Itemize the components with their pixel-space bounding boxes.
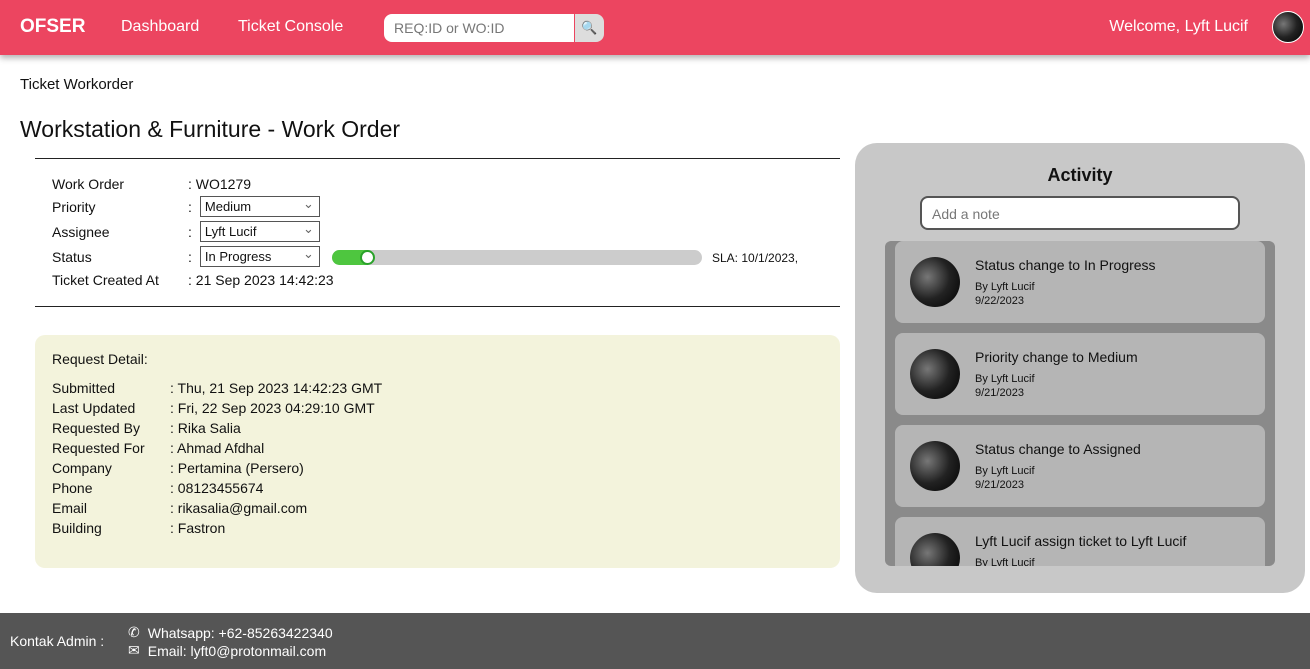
email-text: Email: lyft0@protonmail.com — [147, 642, 327, 659]
activity-item: Lyft Lucif assign ticket to Lyft Lucif By… — [895, 517, 1265, 566]
activity-item: Status change to Assigned By Lyft Lucif 9/… — [895, 425, 1265, 507]
priority-row: Priority: Medium — [52, 194, 320, 217]
sep: : — [188, 248, 192, 265]
detail-value: : Rika Salia — [170, 420, 241, 436]
top-navbar: OFSER Dashboard Ticket Console REQ:ID or… — [0, 0, 1310, 55]
request-detail-panel: Request Detail: Submitted : Thu, 21 Sep 2… — [35, 335, 840, 568]
label: Status — [52, 248, 92, 265]
detail-row: Last Updated : Fri, 22 Sep 2023 04:29:10 … — [52, 400, 375, 416]
detail-label: Submitted — [52, 380, 116, 396]
detail-row: Phone : 08123455674 — [52, 480, 263, 496]
created-value: : 21 Sep 2023 14:42:23 — [188, 272, 334, 288]
sep: : — [188, 223, 192, 240]
detail-value: : Pertamina (Persero) — [170, 460, 304, 476]
activity-item: Status change to In Progress By Lyft Luci… — [895, 241, 1265, 323]
sep: : — [188, 198, 192, 215]
detail-value: : 08123455674 — [170, 480, 264, 496]
detail-label: Email — [52, 500, 88, 516]
sla-progress-bar — [332, 250, 702, 265]
label: Assignee — [52, 223, 110, 240]
activity-date: 9/21/2023 — [975, 479, 1024, 491]
request-detail-heading: Request Detail: — [52, 351, 148, 367]
detail-value: : Fastron — [170, 520, 226, 536]
activity-author: By Lyft Lucif — [975, 557, 1035, 566]
detail-value: : Fri, 22 Sep 2023 04:29:10 GMT — [170, 400, 375, 416]
detail-value: : rikasalia@gmail.com — [170, 500, 308, 516]
activity-panel: Activity Add a note Status change to In … — [855, 143, 1305, 593]
activity-text: Status change to In Progress — [975, 257, 1156, 273]
whatsapp-text: Whatsapp: +62-85263422340 — [147, 624, 333, 641]
activity-date: 9/21/2023 — [975, 387, 1024, 399]
progress-fill — [332, 250, 375, 265]
detail-row: Company : Pertamina (Persero) — [52, 460, 304, 476]
assignee-select[interactable]: Lyft Lucif — [199, 219, 320, 242]
label: Priority — [52, 198, 96, 215]
footer: Kontak Admin : ✆ Whatsapp: +62-8526342234… — [0, 613, 1310, 669]
detail-row: Requested For : Ahmad Afdhal — [52, 440, 264, 456]
detail-label: Requested By — [52, 420, 140, 436]
footer-label: Kontak Admin : — [10, 633, 105, 649]
detail-label: Building — [52, 520, 102, 536]
detail-label: Last Updated — [52, 400, 136, 416]
assignee-row: Assignee: Lyft Lucif — [52, 219, 320, 242]
detail-row: Email : rikasalia@gmail.com — [52, 500, 307, 516]
label: Work Order — [52, 176, 125, 192]
user-avatar — [910, 441, 960, 491]
search-input[interactable]: REQ:ID or WO:ID — [384, 14, 574, 42]
activity-text: Priority change to Medium — [975, 349, 1138, 365]
detail-row: Requested By : Rika Salia — [52, 420, 241, 436]
status-select[interactable]: In Progress — [199, 244, 320, 267]
created-row: Ticket Created At : 21 Sep 2023 14:42:23 — [52, 272, 334, 288]
user-avatar — [910, 257, 960, 307]
divider — [35, 158, 840, 159]
detail-label: Requested For — [52, 440, 145, 456]
user-avatar[interactable] — [1272, 11, 1304, 43]
detail-row: Building : Fastron — [52, 520, 225, 536]
work-order-value: : WO1279 — [188, 176, 252, 192]
nav-dashboard[interactable]: Dashboard — [121, 18, 199, 36]
page-title: Workstation & Furniture - Work Order — [20, 116, 401, 142]
welcome-text: Welcome, Lyft Lucif — [1109, 18, 1248, 35]
email-contact[interactable]: ✉ Email: lyft0@protonmail.com — [128, 642, 326, 659]
search-button[interactable]: 🔍 — [575, 14, 604, 42]
activity-title: Activity — [1047, 165, 1113, 185]
breadcrumb: Ticket Workorder — [20, 76, 134, 93]
activity-text: Lyft Lucif assign ticket to Lyft Lucif — [975, 533, 1187, 549]
activity-author: By Lyft Lucif — [975, 373, 1035, 385]
mail-icon: ✉ — [128, 642, 140, 658]
nav-ticket-console[interactable]: Ticket Console — [238, 18, 343, 36]
status-row: Status: In Progress — [52, 244, 320, 267]
detail-value: : Thu, 21 Sep 2023 14:42:23 GMT — [170, 380, 383, 396]
activity-list[interactable]: Status change to In Progress By Lyft Luci… — [885, 241, 1275, 566]
work-order-row: Work Order : WO1279 — [52, 176, 251, 192]
user-avatar — [910, 533, 960, 566]
detail-row: Submitted : Thu, 21 Sep 2023 14:42:23 GMT — [52, 380, 382, 396]
whatsapp-contact[interactable]: ✆ Whatsapp: +62-85263422340 — [128, 624, 333, 641]
sla-text: SLA: 10/1/2023, — [712, 251, 799, 265]
detail-label: Company — [52, 460, 112, 476]
activity-item: Priority change to Medium By Lyft Lucif 9/… — [895, 333, 1265, 415]
divider — [35, 306, 840, 307]
activity-author: By Lyft Lucif — [975, 281, 1035, 293]
activity-date: 9/22/2023 — [975, 295, 1024, 307]
add-note-input[interactable]: Add a note — [920, 196, 1240, 230]
priority-select[interactable]: Medium — [199, 194, 320, 217]
user-avatar — [910, 349, 960, 399]
activity-text: Status change to Assigned — [975, 441, 1141, 457]
progress-knob — [359, 250, 375, 265]
activity-author: By Lyft Lucif — [975, 465, 1035, 477]
logo[interactable]: OFSER — [20, 16, 85, 38]
label: Ticket Created At — [52, 272, 159, 288]
detail-value: : Ahmad Afdhal — [170, 440, 265, 456]
whatsapp-icon: ✆ — [128, 624, 140, 640]
search-icon: 🔍 — [581, 20, 598, 35]
detail-label: Phone — [52, 480, 93, 496]
